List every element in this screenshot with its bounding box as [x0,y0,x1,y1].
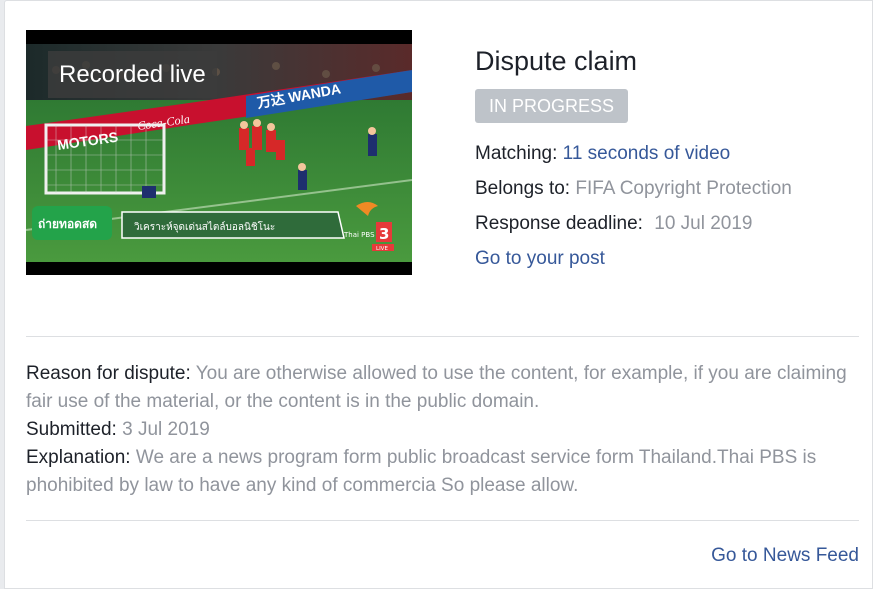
go-to-news-feed-link[interactable]: Go to News Feed [711,545,859,567]
belongs-label: Belongs to: [475,178,571,199]
reason-label: Reason for dispute: [26,363,191,384]
video-channel-name: Thai PBS [343,231,375,239]
submitted-label: Submitted: [26,419,117,440]
deadline-row: Response deadline: 10 Jul 2019 [475,213,753,235]
divider [26,336,859,337]
belongs-value: FIFA Copyright Protection [575,178,792,199]
matching-row: Matching: 11 seconds of video [475,143,730,165]
deadline-label: Response deadline: [475,213,643,234]
dispute-details: Reason for dispute: You are otherwise al… [26,360,859,500]
deadline-value: 10 Jul 2019 [654,213,753,234]
video-thumbnail[interactable]: MOTORS Coca-Cola 万达 WANDA ถ่ายทอดสด วิเค… [26,30,412,275]
matching-value-link[interactable]: 11 seconds of video [563,143,731,164]
video-channel-number: 3 [379,225,389,243]
explanation-label: Explanation: [26,447,131,468]
explanation-value: We are a news program form public broadc… [26,447,817,496]
recorded-live-badge: Recorded live [48,51,217,98]
divider [26,520,859,521]
reason-row: Reason for dispute: You are otherwise al… [26,360,859,416]
matching-label: Matching: [475,143,558,164]
page-title: Dispute claim [475,46,638,76]
submitted-value: 3 Jul 2019 [122,419,210,440]
video-overlay-sign: ถ่ายทอดสด [38,217,97,231]
dispute-card: MOTORS Coca-Cola 万达 WANDA ถ่ายทอดสด วิเค… [4,0,873,589]
video-overlay-caption: วิเคราะห์จุดเด่นสไตล์บอลนิชิโนะ [134,220,276,233]
status-badge: IN PROGRESS [475,89,629,123]
belongs-row: Belongs to: FIFA Copyright Protection [475,178,792,200]
submitted-row: Submitted: 3 Jul 2019 [26,416,859,444]
explanation-row: Explanation: We are a news program form … [26,444,859,500]
video-live-label: LIVE [376,246,388,252]
go-to-post-link[interactable]: Go to your post [475,248,605,270]
